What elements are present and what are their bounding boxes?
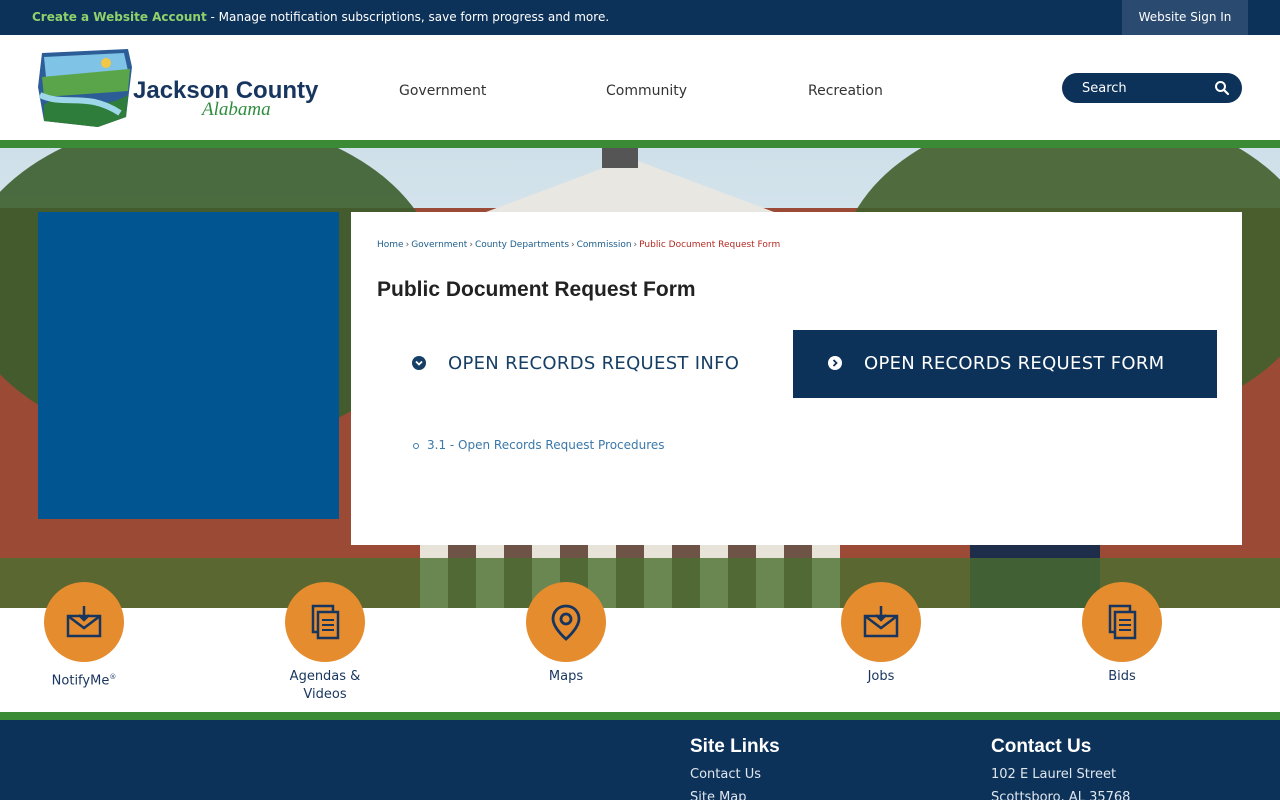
quicklink-label: Bids xyxy=(1108,669,1136,684)
breadcrumb-current: Public Document Request Form xyxy=(639,240,781,250)
breadcrumb-county-departments[interactable]: County Departments xyxy=(475,240,569,250)
search-input[interactable]: Search xyxy=(1062,73,1242,103)
quicklink-label-line2: Videos xyxy=(303,687,347,702)
quicklink-bids[interactable]: Bids xyxy=(1062,582,1182,686)
footer-link-site-map[interactable]: Site Map xyxy=(690,790,747,800)
top-bar: Create a Website Account - Manage notifi… xyxy=(0,0,1280,35)
registered-mark: ® xyxy=(109,673,117,681)
contact-address-line1: 102 E Laurel Street xyxy=(991,767,1117,782)
breadcrumb-government[interactable]: Government xyxy=(411,240,467,250)
tab-open-records-info-label: OPEN RECORDS REQUEST INFO xyxy=(448,353,740,374)
site-header: Jackson County Alabama Government Commun… xyxy=(0,35,1280,140)
sign-in-button[interactable]: Website Sign In xyxy=(1122,0,1248,35)
tab-open-records-form[interactable]: OPEN RECORDS REQUEST FORM xyxy=(793,330,1217,398)
tab-open-records-info[interactable]: OPEN RECORDS REQUEST INFO xyxy=(377,330,793,398)
envelope-download-icon xyxy=(66,606,102,638)
bullet-icon xyxy=(413,442,419,449)
quicklink-label: Jobs xyxy=(867,669,895,684)
logo-subtitle: Alabama xyxy=(202,99,271,120)
county-map-logo-icon xyxy=(38,49,132,127)
nav-recreation[interactable]: Recreation xyxy=(808,83,883,99)
account-message-text: - Manage notification subscriptions, sav… xyxy=(206,10,610,24)
footer-link-contact-us[interactable]: Contact Us xyxy=(690,767,761,782)
footer-divider xyxy=(0,712,1280,720)
map-pin-icon xyxy=(551,604,581,641)
search-icon[interactable] xyxy=(1214,80,1230,96)
create-account-link[interactable]: Create a Website Account xyxy=(32,10,207,24)
main-content: Home › Government › County Departments › Commi… xyxy=(351,212,1242,545)
chevron-right-circle-icon xyxy=(828,356,842,370)
quick-links: NotifyMe® Agendas & Videos Maps Jobs Bid… xyxy=(0,582,1280,712)
breadcrumb-home[interactable]: Home xyxy=(377,240,404,250)
header-divider xyxy=(0,140,1280,148)
breadcrumb: Home › Government › County Departments › Commi… xyxy=(377,240,781,250)
nav-community[interactable]: Community xyxy=(606,83,687,99)
procedures-link[interactable]: 3.1 - Open Records Request Procedures xyxy=(427,438,665,452)
tab-open-records-form-label: OPEN RECORDS REQUEST FORM xyxy=(864,353,1165,374)
contact-us-title: Contact Us xyxy=(991,736,1092,757)
quicklink-label: Agendas & xyxy=(289,669,361,684)
quicklink-notifyme[interactable]: NotifyMe® xyxy=(24,582,144,690)
account-message: Create a Website Account - Manage notifi… xyxy=(32,10,609,24)
chevron-down-circle-icon xyxy=(412,356,426,370)
contact-address-line2: Scottsboro, AL 35768 xyxy=(991,790,1131,800)
quicklink-agendas-videos[interactable]: Agendas & Videos xyxy=(265,582,385,704)
quicklink-jobs[interactable]: Jobs xyxy=(821,582,941,686)
search-placeholder: Search xyxy=(1082,81,1127,96)
site-links-title: Site Links xyxy=(690,736,780,757)
documents-icon xyxy=(311,604,340,640)
side-panel xyxy=(38,212,339,519)
documents-icon xyxy=(1108,604,1137,640)
nav-government[interactable]: Government xyxy=(399,83,486,99)
envelope-download-icon xyxy=(863,606,899,638)
quicklink-maps[interactable]: Maps xyxy=(506,582,626,686)
quicklink-label: Maps xyxy=(548,669,584,684)
site-logo[interactable]: Jackson County Alabama xyxy=(36,47,326,129)
site-footer: Site Links Contact Us Site Map Contact U… xyxy=(0,720,1280,800)
breadcrumb-commission[interactable]: Commission xyxy=(577,240,632,250)
list-item: 3.1 - Open Records Request Procedures xyxy=(413,438,665,452)
quicklink-label: NotifyMe xyxy=(51,673,110,689)
page-title: Public Document Request Form xyxy=(377,278,696,301)
